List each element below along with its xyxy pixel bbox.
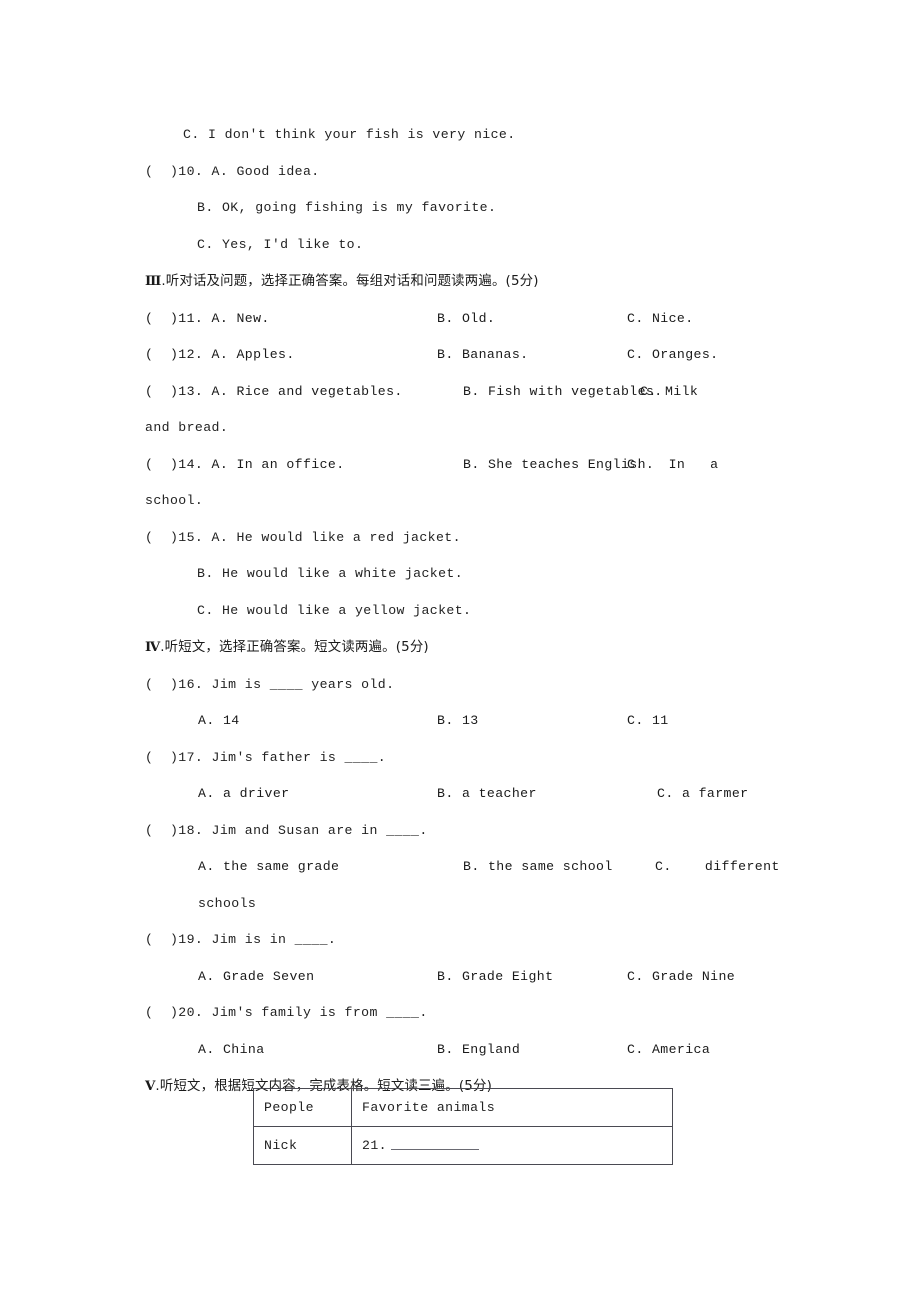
q14-wrap: school. — [145, 493, 204, 508]
q12-stem: ( )12. A. Apples. — [145, 347, 295, 362]
q18-option-a: A. the same grade — [198, 859, 340, 874]
q19-option-a: A. Grade Seven — [198, 968, 315, 984]
q16-option-b: B. 13 — [437, 713, 479, 728]
q15-stem: ( )15. A. He would like a red jacket. — [145, 529, 461, 545]
q13-option-c: C. Milk — [640, 383, 699, 399]
section-iii-heading-text: .听对话及问题，选择正确答案。每组对话和问题读两遍。(5分) — [161, 274, 539, 289]
q12-row: ( )12. A. Apples. B. Bananas. C. Oranges… — [145, 337, 718, 374]
q20-stem: ( )20. Jim's family is from ____. — [145, 1005, 428, 1020]
section-iii-numeral: Ⅲ — [145, 273, 162, 288]
q11-row: ( )11. A. New. B. Old. C. Nice. — [145, 301, 693, 338]
q17-stem: ( )17. Jim's father is ____. — [145, 749, 387, 765]
q10-stem: ( )10. A. Good idea. — [145, 163, 320, 179]
q10-option-c: C. Yes, I'd like to. — [197, 236, 364, 252]
section-iv-heading-text: .听短文，选择正确答案。短文读两遍。(5分) — [160, 640, 429, 655]
q19-option-c: C. Grade Nine — [627, 968, 736, 984]
q20-option-a: A. China — [198, 1041, 265, 1057]
table-cell-answer-21[interactable]: 21. — [351, 1126, 673, 1165]
q17-option-b: B. a teacher — [437, 786, 537, 801]
q18-option-c: C. different — [655, 859, 780, 874]
q13-stem: ( )13. A. Rice and vegetables. — [145, 383, 403, 399]
q14-option-b: B. She teaches English. — [463, 456, 655, 472]
q19-option-b: B. Grade Eight — [437, 968, 554, 984]
q15-option-c: C. He would like a yellow jacket. — [197, 602, 472, 618]
q16-stem: ( )16. Jim is ____ years old. — [145, 676, 395, 692]
q15-option-b: B. He would like a white jacket. — [197, 566, 464, 581]
q20-option-c: C. America — [627, 1041, 711, 1057]
q14-row: ( )14. A. In an office. B. She teaches E… — [145, 447, 718, 484]
section-iv-heading: Ⅳ.听短文，选择正确答案。短文读两遍。(5分) — [145, 629, 670, 667]
q18-stem: ( )18. Jim and Susan are in ____. — [145, 822, 428, 838]
favorite-animals-table-wrapper: People Favorite animals Nick 21. — [253, 1088, 673, 1165]
q17-option-c: C. a farmer — [657, 786, 749, 801]
q14-stem: ( )14. A. In an office. — [145, 456, 345, 472]
q16-options: A. 14 B. 13 C. 11 — [145, 703, 670, 740]
q20-options: A. China B. England C. America — [145, 1032, 710, 1069]
exam-page: C. I don't think your fish is very nice.… — [0, 0, 920, 1302]
table-header-people: People — [253, 1088, 352, 1127]
q12-option-b: B. Bananas. — [437, 347, 529, 362]
q11-option-c: C. Nice. — [627, 310, 694, 326]
section-iii-heading: Ⅲ.听对话及问题，选择正确答案。每组对话和问题读两遍。(5分) — [145, 263, 670, 301]
q10-option-b: B. OK, going fishing is my favorite. — [197, 200, 497, 215]
q16-option-c: C. 11 — [627, 713, 669, 728]
q16-option-a: A. 14 — [198, 713, 240, 728]
q19-options: A. Grade Seven B. Grade Eight C. Grade N… — [145, 959, 735, 996]
q17-option-a: A. a driver — [198, 786, 290, 801]
q13-row: ( )13. A. Rice and vegetables. B. Fish w… — [145, 374, 698, 411]
q13-wrap: and bread. — [145, 420, 229, 435]
q20-option-b: B. England — [437, 1041, 521, 1057]
section-iv-numeral: Ⅳ — [145, 639, 161, 654]
q14-option-c: C. In a — [627, 456, 719, 472]
q13-option-b: B. Fish with vegetables. — [463, 383, 663, 399]
answer-blank-21[interactable] — [390, 1137, 479, 1150]
favorite-animals-table: People Favorite animals Nick 21. — [253, 1088, 673, 1165]
table-cell-people-nick: Nick — [253, 1126, 352, 1165]
q18-options: A. the same grade B. the same school C. … — [145, 849, 779, 886]
q11-option-b: B. Old. — [437, 310, 496, 326]
q19-stem: ( )19. Jim is in ____. — [145, 932, 337, 947]
page-content: C. I don't think your fish is very nice.… — [145, 117, 779, 1106]
q9-option-c: C. I don't think your fish is very nice. — [183, 127, 516, 142]
q17-options: A. a driver B. a teacher C. a farmer — [145, 776, 748, 813]
q12-option-c: C. Oranges. — [627, 347, 719, 362]
table-row: Nick 21. — [253, 1126, 673, 1165]
table-header-favorite-animals: Favorite animals — [351, 1088, 673, 1127]
q18-option-b: B. the same school — [463, 859, 613, 874]
q11-stem: ( )11. A. New. — [145, 310, 270, 326]
q18-wrap: schools — [198, 895, 257, 911]
table-header-row: People Favorite animals — [253, 1088, 673, 1127]
answer-number-21: 21. — [362, 1138, 387, 1154]
